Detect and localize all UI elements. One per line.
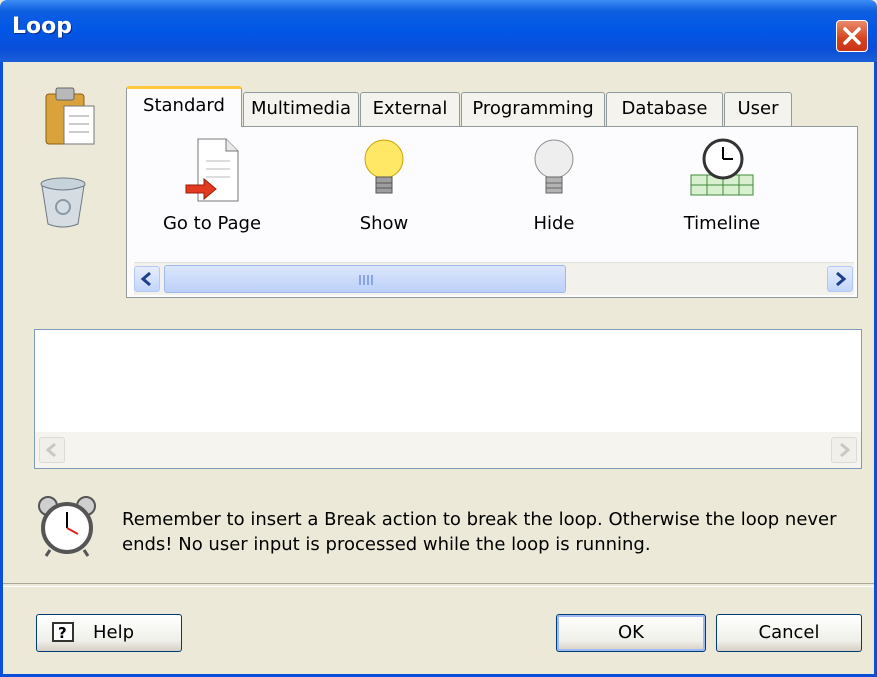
ok-button[interactable]: OK xyxy=(556,614,706,652)
alarm-clock-icon xyxy=(36,494,98,562)
tab-programming[interactable]: Programming xyxy=(461,92,605,126)
tab-database[interactable]: Database xyxy=(606,92,723,126)
list-scrollbar[interactable] xyxy=(35,432,861,468)
loop-dialog: Loop Standard Multimedia External Progra… xyxy=(0,0,877,677)
close-button[interactable] xyxy=(836,20,868,52)
window-title: Loop xyxy=(12,14,72,39)
action-timeline[interactable]: Timeline xyxy=(657,135,787,234)
clock-timeline-icon xyxy=(690,138,754,196)
help-button[interactable]: ? Help xyxy=(36,614,182,652)
cancel-button[interactable]: Cancel xyxy=(716,614,862,652)
divider xyxy=(3,583,874,587)
chevron-left-icon xyxy=(45,442,56,458)
delete-button[interactable] xyxy=(38,174,88,234)
document-arrow-icon xyxy=(185,138,239,202)
loop-action-list[interactable] xyxy=(34,329,862,469)
chevron-right-icon xyxy=(836,271,847,287)
recycle-bin-icon xyxy=(40,177,86,228)
list-scroll-left-button[interactable] xyxy=(39,437,65,463)
lightbulb-off-icon xyxy=(534,139,574,194)
paste-button[interactable] xyxy=(44,84,100,154)
palette-scrollbar[interactable] xyxy=(134,262,854,295)
action-label: Go to Page xyxy=(162,213,262,234)
chevron-right-icon xyxy=(840,442,851,458)
list-scroll-right-button[interactable] xyxy=(831,437,857,463)
tab-user[interactable]: User xyxy=(724,92,792,126)
action-label: Timeline xyxy=(683,213,761,234)
tab-external[interactable]: External xyxy=(360,92,460,126)
action-label: Show xyxy=(359,213,409,234)
tab-standard[interactable]: Standard xyxy=(126,86,242,127)
action-go-to-page[interactable]: Go to Page xyxy=(147,135,277,234)
chevron-left-icon xyxy=(140,271,151,287)
scroll-left-button[interactable] xyxy=(134,266,160,292)
title-bar[interactable]: Loop xyxy=(0,0,877,62)
loop-warning-message: Remember to insert a Break action to bre… xyxy=(122,509,837,555)
scroll-thumb[interactable] xyxy=(164,265,566,293)
help-icon: ? xyxy=(52,622,74,642)
action-hide[interactable]: Hide xyxy=(489,135,619,234)
help-label: Help xyxy=(93,622,135,643)
paste-clipboard-icon xyxy=(45,87,95,145)
lightbulb-on-icon xyxy=(364,139,404,194)
action-show[interactable]: Show xyxy=(319,135,449,234)
scroll-right-button[interactable] xyxy=(827,266,853,292)
tab-multimedia[interactable]: Multimedia xyxy=(243,92,359,126)
svg-text:?: ? xyxy=(58,624,67,642)
close-icon xyxy=(843,27,861,45)
action-label: Hide xyxy=(533,213,575,234)
